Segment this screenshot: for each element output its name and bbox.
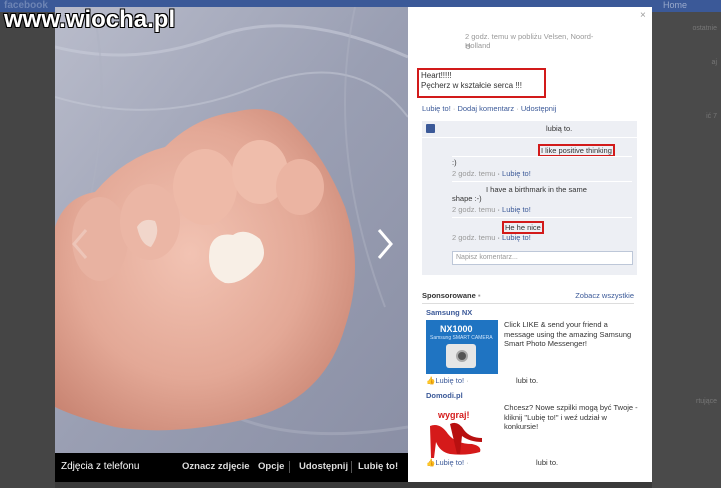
share-button[interactable]: Udostępnij <box>299 461 348 472</box>
comment-time[interactable]: 2 godz. temu <box>452 205 495 214</box>
background-right: ostatnie aj ić 7 rtujące <box>652 12 721 488</box>
ad-title[interactable]: Domodi.pl <box>426 391 463 400</box>
photo-action-bar: Zdjęcia z telefonu Oznacz zdjęcie Opcje … <box>55 453 408 482</box>
ad-like-row: 👍Lubię to! · lubi to. <box>426 458 559 467</box>
watermark: www.wiocha.pl <box>4 6 176 33</box>
options-button[interactable]: Opcje <box>258 461 284 472</box>
ad-image-text: wygraj! <box>438 410 470 420</box>
comment-like-link[interactable]: Lubię to! <box>502 205 531 214</box>
post-actions: Lubię to! · Dodaj komentarz · Udostępnij <box>422 104 557 113</box>
comment-time[interactable]: 2 godz. temu <box>452 233 495 242</box>
home-link: Home <box>662 0 687 10</box>
add-comment-link[interactable]: Dodaj komentarz <box>457 104 514 113</box>
comment-like-link[interactable]: Lubię to! <box>502 169 531 178</box>
description-line: Pęcherz w kształcie serca !!! <box>421 81 522 90</box>
close-icon[interactable]: × <box>640 10 646 21</box>
background-text: rtujące <box>695 398 717 405</box>
ad-text: Chcesz? Nowe szpilki mogą być Twoje - kl… <box>504 403 638 431</box>
ad-image-camera[interactable]: NX1000 Samsung SMART CAMERA <box>426 320 498 374</box>
photo-description: Heart!!!!! Pęcherz w kształcie serca !!! <box>417 68 546 98</box>
sponsored-header: Sponsorowane ▪ Zobacz wszystkie <box>422 291 634 300</box>
comment-divider <box>452 181 632 182</box>
comment-time[interactable]: 2 godz. temu <box>452 169 495 178</box>
comment-divider <box>452 156 632 157</box>
comment-like-link[interactable]: Lubię to! <box>502 233 531 242</box>
likes-row: lubią to. <box>422 121 637 138</box>
background-text: ostatnie <box>692 25 717 32</box>
comment: :) 2 godz. temu · Lubię to! <box>452 158 634 178</box>
album-caption[interactable]: Zdjęcia z telefonu <box>61 461 139 472</box>
divider <box>422 303 634 304</box>
like-button[interactable]: Lubię to! <box>358 461 398 472</box>
tag-photo-button[interactable]: Oznacz zdjęcie <box>182 461 250 472</box>
thumbs-up-icon: 👍 <box>426 458 436 467</box>
ad-image-text: Samsung SMART CAMERA <box>430 335 493 341</box>
previous-photo-icon[interactable] <box>70 228 90 260</box>
photo-viewer[interactable] <box>55 7 408 453</box>
ad-text: Click LIKE & send your friend a message … <box>504 320 632 348</box>
comment-meta: 2 godz. temu · Lubię to! <box>452 205 531 214</box>
ad-info-icon[interactable]: ▪ <box>478 291 481 300</box>
ad-likes-text: lubi to. <box>516 376 539 385</box>
photo-side-panel: × 2 godz. temu w pobliżu Velsen, Noord-H… <box>408 7 652 482</box>
ad-image-text: NX1000 <box>440 324 473 334</box>
see-all-link[interactable]: Zobacz wszystkie <box>575 291 634 300</box>
privacy-icon: ⚙ <box>465 44 472 51</box>
share-link[interactable]: Udostępnij <box>521 104 556 113</box>
background-text: ić 7 <box>706 113 717 120</box>
like-link[interactable]: Lubię to! <box>422 104 451 113</box>
likes-text[interactable]: lubią to. <box>546 124 572 133</box>
divider <box>351 461 352 473</box>
background-text: aj <box>711 59 717 66</box>
comment-input[interactable]: Napisz komentarz... <box>452 251 633 265</box>
camera-icon <box>446 344 476 368</box>
description-line: Heart!!!!! <box>421 71 452 80</box>
ad-title[interactable]: Samsung NX <box>426 308 472 317</box>
post-meta: 2 godz. temu w pobliżu Velsen, Noord-Hol… <box>465 32 594 50</box>
comment-divider <box>452 217 632 218</box>
sponsored-label: Sponsorowane <box>422 291 476 300</box>
thumbs-up-icon <box>426 124 435 133</box>
shoe-icon <box>430 422 482 458</box>
background-left <box>0 12 55 488</box>
ad-likes-text: lubi to. <box>536 458 559 467</box>
photo-image <box>55 7 408 453</box>
comment: I have a birthmark in the same shape :-) <box>452 185 604 203</box>
ad-like-button[interactable]: Lubię to! <box>435 458 464 467</box>
ad-like-button[interactable]: Lubię to! <box>435 376 464 385</box>
ad-image-shoe[interactable]: wygraj! <box>426 408 486 460</box>
thumbs-up-icon: 👍 <box>426 376 436 385</box>
comments-box: lubią to. I like positive thinking :) 2 … <box>422 121 637 275</box>
divider <box>289 461 290 473</box>
comment-text: :) <box>452 158 457 167</box>
comment-text: I have a birthmark in the same shape :-) <box>452 185 587 203</box>
next-photo-icon[interactable] <box>375 228 395 260</box>
ad-like-row: 👍Lubię to! · lubi to. <box>426 376 539 385</box>
